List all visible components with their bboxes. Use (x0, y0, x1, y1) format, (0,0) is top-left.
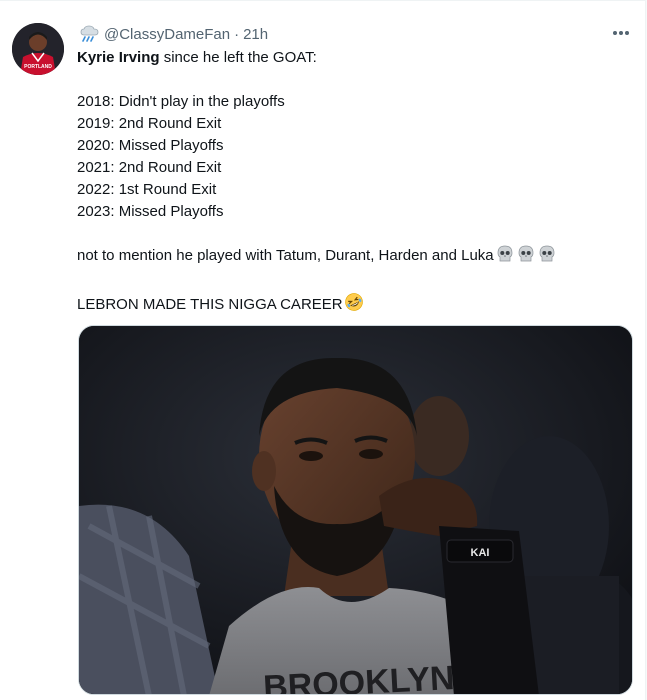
last-line-text: LEBRON MADE THIS NIGGA CAREER (77, 296, 343, 313)
separator-dot: · (234, 25, 240, 43)
tweet-photo[interactable]: BROOKLYN KAI (78, 325, 633, 695)
more-horizontal-icon[interactable] (609, 25, 633, 41)
tweet-text: Kyrie Irving since he left the GOAT: 201… (77, 47, 633, 319)
rolling-laughing-emoji-icon (344, 292, 364, 319)
skull-emoji-icon (516, 245, 536, 270)
avatar[interactable]: PORTLAND (12, 23, 64, 75)
intro-rest: since he left the GOAT: (159, 49, 317, 66)
record-line-2023: 2023: Missed Playoffs (77, 203, 224, 220)
wristband-text: KAI (471, 547, 490, 559)
user-handle[interactable]: @ClassyDameFan (104, 26, 230, 43)
record-line-2020: 2020: Missed Playoffs (77, 137, 224, 154)
tweet-header: @ClassyDameFan · 21h (79, 23, 268, 45)
avatar-jersey-text: PORTLAND (24, 64, 52, 70)
teammates-line: not to mention he played with Tatum, Dur… (77, 245, 633, 270)
record-line-2018: 2018: Didn't play in the playoffs (77, 93, 285, 110)
timestamp[interactable]: 21h (243, 26, 268, 43)
teammates-text: not to mention he played with Tatum, Dur… (77, 247, 494, 264)
tweet-card[interactable]: PORTLAND @ClassyDameFan · 21h Kyrie Irvi… (0, 0, 646, 700)
record-line-2022: 2022: 1st Round Exit (77, 181, 217, 198)
last-line: LEBRON MADE THIS NIGGA CAREER (77, 292, 633, 319)
cloud-rain-icon (79, 24, 101, 44)
record-line-2019: 2019: 2nd Round Exit (77, 115, 222, 132)
skull-emoji-icon (495, 245, 515, 270)
skull-emoji-icon (537, 245, 557, 270)
intro-line: Kyrie Irving since he left the GOAT: (77, 47, 633, 69)
record-line-2021: 2021: 2nd Round Exit (77, 159, 222, 176)
mention-name: Kyrie Irving (77, 49, 160, 66)
